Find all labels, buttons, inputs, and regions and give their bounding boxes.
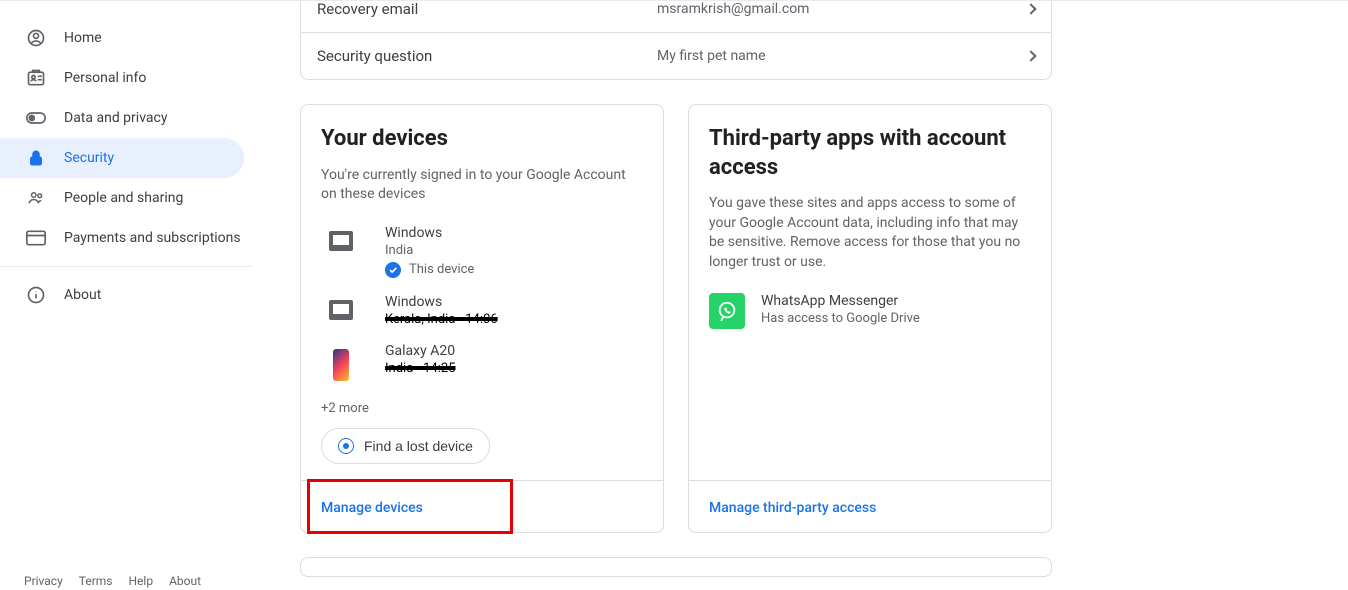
footer-terms[interactable]: Terms	[79, 574, 113, 588]
third-party-desc: You gave these sites and apps access to …	[709, 194, 1031, 272]
find-lost-label: Find a lost device	[364, 438, 473, 454]
sidebar-item-label: Personal info	[64, 70, 146, 86]
recovery-email-row[interactable]: Recovery email msramkrish@gmail.com	[301, 0, 1051, 32]
manage-third-party-link[interactable]: Manage third-party access	[709, 500, 876, 516]
sidebar-item-people-sharing[interactable]: People and sharing	[0, 178, 244, 218]
sidebar-item-about[interactable]: About	[0, 275, 244, 315]
sidebar: Home Personal info Data and privacy Secu…	[0, 0, 252, 590]
security-question-row[interactable]: Security question My first pet name	[301, 32, 1051, 79]
target-icon	[338, 438, 354, 454]
device-location: India · 14:25	[385, 361, 456, 376]
sidebar-item-label: Security	[64, 150, 114, 166]
people-icon	[24, 189, 48, 207]
toggle-icon	[24, 111, 48, 125]
security-question-value: My first pet name	[657, 48, 1027, 64]
devices-card: Your devices You're currently signed in …	[300, 104, 664, 533]
manage-devices-link[interactable]: Manage devices	[321, 500, 423, 516]
device-name: Windows	[385, 294, 498, 310]
sidebar-item-data-privacy[interactable]: Data and privacy	[0, 98, 244, 138]
footer-about[interactable]: About	[169, 574, 201, 588]
main-content: Recovery email msramkrish@gmail.com Secu…	[252, 0, 1348, 590]
security-question-label: Security question	[317, 47, 657, 65]
third-party-title: Third-party apps with account access	[709, 125, 1031, 182]
device-item-2[interactable]: Windows Kerala, India · 14:06	[321, 286, 643, 335]
sidebar-item-label: Data and privacy	[64, 110, 167, 126]
sidebar-item-label: Payments and subscriptions	[64, 230, 241, 246]
device-item-1[interactable]: Windows India This device	[321, 217, 643, 286]
sidebar-item-label: People and sharing	[64, 190, 183, 206]
devices-title: Your devices	[321, 125, 643, 154]
sidebar-item-home[interactable]: Home	[0, 18, 244, 58]
device-name: Windows	[385, 225, 474, 241]
footer-help[interactable]: Help	[129, 574, 154, 588]
desktop-icon	[321, 294, 361, 320]
device-item-3[interactable]: Galaxy A20 India · 14:25	[321, 335, 643, 389]
devices-more-count[interactable]: +2 more	[321, 401, 643, 416]
sidebar-item-payments[interactable]: Payments and subscriptions	[0, 218, 244, 258]
badge-icon	[24, 68, 48, 88]
recovery-email-label: Recovery email	[317, 0, 657, 18]
check-badge-icon	[385, 262, 401, 278]
next-card-stub	[300, 557, 1052, 577]
phone-icon	[321, 343, 361, 381]
sidebar-item-personal-info[interactable]: Personal info	[0, 58, 244, 98]
find-lost-device-button[interactable]: Find a lost device	[321, 428, 490, 464]
device-location: India	[385, 243, 474, 258]
lock-icon	[24, 148, 48, 168]
desktop-icon	[321, 225, 361, 251]
account-circle-icon	[24, 28, 48, 48]
sidebar-item-security[interactable]: Security	[0, 138, 244, 178]
app-item-whatsapp[interactable]: WhatsApp Messenger Has access to Google …	[709, 293, 1031, 329]
chevron-right-icon	[1027, 52, 1035, 60]
recovery-card: Recovery email msramkrish@gmail.com Secu…	[300, 0, 1052, 80]
app-access-desc: Has access to Google Drive	[761, 311, 920, 326]
device-name: Galaxy A20	[385, 343, 456, 359]
footer-privacy[interactable]: Privacy	[24, 574, 63, 588]
device-location: Kerala, India · 14:06	[385, 312, 498, 327]
sidebar-item-label: Home	[64, 30, 102, 46]
this-device-label: This device	[409, 262, 474, 277]
sidebar-item-label: About	[64, 287, 101, 303]
third-party-card: Third-party apps with account access You…	[688, 104, 1052, 533]
footer-links: Privacy Terms Help About	[0, 574, 252, 590]
whatsapp-icon	[709, 293, 745, 329]
info-icon	[24, 285, 48, 305]
card-icon	[24, 230, 48, 246]
chevron-right-icon	[1027, 5, 1035, 13]
app-name: WhatsApp Messenger	[761, 293, 920, 309]
recovery-email-value: msramkrish@gmail.com	[657, 1, 1027, 17]
devices-desc: You're currently signed in to your Googl…	[321, 166, 643, 205]
